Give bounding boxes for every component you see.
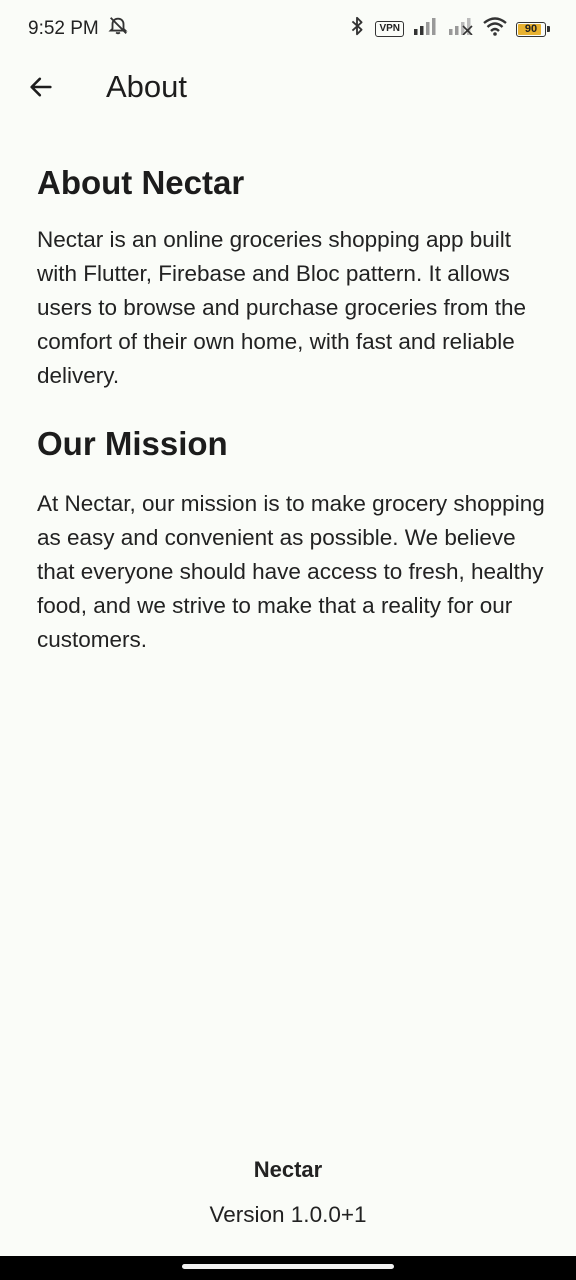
- about-content: About Nectar Nectar is an online groceri…: [37, 160, 546, 657]
- footer-app-name: Nectar: [253, 1157, 323, 1182]
- mission-body: At Nectar, our mission is to make grocer…: [37, 491, 545, 652]
- mission-heading: Our Mission: [37, 425, 228, 462]
- home-indicator[interactable]: [182, 1264, 394, 1269]
- status-right: VPN 90: [348, 15, 550, 43]
- signal-icon: [413, 17, 439, 41]
- footer: Nectar Version 1.0.0+1: [0, 1152, 576, 1232]
- arrow-left-icon: [30, 77, 52, 97]
- battery-icon: 90: [516, 21, 550, 37]
- wifi-icon: [483, 16, 507, 42]
- page-title: About: [106, 69, 188, 104]
- back-button[interactable]: [21, 67, 61, 107]
- status-left: 9:52 PM: [28, 15, 129, 43]
- vpn-icon: VPN: [375, 21, 404, 37]
- status-time: 9:52 PM: [28, 18, 99, 39]
- signal-no-service-icon: [448, 17, 474, 41]
- bluetooth-icon: [348, 15, 366, 43]
- about-heading: About Nectar: [37, 164, 245, 201]
- footer-version: Version 1.0.0+1: [209, 1202, 367, 1227]
- app-bar: About: [0, 58, 576, 116]
- battery-level: 90: [524, 23, 538, 35]
- system-navigation-bar: [0, 1256, 576, 1280]
- about-body: Nectar is an online groceries shopping a…: [37, 227, 526, 388]
- status-bar: 9:52 PM VPN 90: [0, 0, 576, 58]
- muted-alarm-icon: [107, 15, 129, 43]
